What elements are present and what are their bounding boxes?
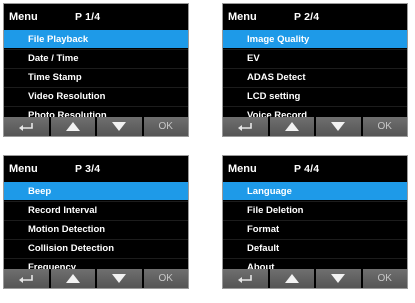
down-button[interactable] bbox=[97, 269, 142, 288]
menu-item-image-quality[interactable]: Image Quality bbox=[223, 30, 407, 48]
back-button[interactable] bbox=[4, 269, 49, 288]
menu-item-date-time[interactable]: Date / Time bbox=[4, 49, 188, 67]
page-indicator: P 2/4 bbox=[294, 11, 320, 23]
button-bar: OK bbox=[4, 117, 188, 136]
back-icon bbox=[19, 122, 34, 131]
menu-item-video-resolution[interactable]: Video Resolution bbox=[4, 87, 188, 105]
down-button[interactable] bbox=[316, 117, 361, 136]
menu-item-language[interactable]: Language bbox=[223, 182, 407, 200]
ok-button[interactable]: OK bbox=[362, 269, 407, 288]
up-button[interactable] bbox=[269, 269, 314, 288]
menu-panel-page-1: Menu P 1/4 File Playback Date / Time Tim… bbox=[3, 3, 189, 137]
down-button[interactable] bbox=[97, 117, 142, 136]
up-button[interactable] bbox=[269, 117, 314, 136]
menu-header: Menu P 4/4 bbox=[223, 156, 407, 182]
ok-button[interactable]: OK bbox=[362, 117, 407, 136]
back-button[interactable] bbox=[223, 269, 268, 288]
page-indicator: P 3/4 bbox=[75, 163, 101, 175]
menu-header: Menu P 3/4 bbox=[4, 156, 188, 182]
menu-title: Menu bbox=[228, 11, 257, 23]
back-button[interactable] bbox=[223, 117, 268, 136]
button-bar: OK bbox=[4, 269, 188, 288]
button-bar: OK bbox=[223, 269, 407, 288]
down-button[interactable] bbox=[316, 269, 361, 288]
menu-item-format[interactable]: Format bbox=[223, 220, 407, 238]
ok-button[interactable]: OK bbox=[143, 269, 188, 288]
menu-item-motion-detection[interactable]: Motion Detection bbox=[4, 220, 188, 238]
up-button[interactable] bbox=[50, 269, 95, 288]
page-indicator: P 4/4 bbox=[294, 163, 320, 175]
menu-title: Menu bbox=[9, 163, 38, 175]
up-button[interactable] bbox=[50, 117, 95, 136]
menu-item-beep[interactable]: Beep bbox=[4, 182, 188, 200]
up-arrow-icon bbox=[284, 274, 299, 283]
menu-panel-page-3: Menu P 3/4 Beep Record Interval Motion D… bbox=[3, 155, 189, 289]
menu-item-file-deletion[interactable]: File Deletion bbox=[223, 201, 407, 219]
menu-header: Menu P 2/4 bbox=[223, 4, 407, 30]
menu-item-collision-detection[interactable]: Collision Detection bbox=[4, 239, 188, 257]
up-arrow-icon bbox=[65, 274, 80, 283]
menu-item-adas-detect[interactable]: ADAS Detect bbox=[223, 68, 407, 86]
ok-button[interactable]: OK bbox=[143, 117, 188, 136]
menu-title: Menu bbox=[9, 11, 38, 23]
menu-panel-page-4: Menu P 4/4 Language File Deletion Format… bbox=[222, 155, 408, 289]
menu-panel-page-2: Menu P 2/4 Image Quality EV ADAS Detect … bbox=[222, 3, 408, 137]
menu-item-ev[interactable]: EV bbox=[223, 49, 407, 67]
down-arrow-icon bbox=[331, 274, 346, 283]
back-icon bbox=[238, 122, 253, 131]
up-arrow-icon bbox=[65, 122, 80, 131]
menu-title: Menu bbox=[228, 163, 257, 175]
menu-item-default[interactable]: Default bbox=[223, 239, 407, 257]
button-bar: OK bbox=[223, 117, 407, 136]
back-icon bbox=[19, 274, 34, 283]
down-arrow-icon bbox=[331, 122, 346, 131]
down-arrow-icon bbox=[112, 274, 127, 283]
back-button[interactable] bbox=[4, 117, 49, 136]
menu-header: Menu P 1/4 bbox=[4, 4, 188, 30]
menu-item-file-playback[interactable]: File Playback bbox=[4, 30, 188, 48]
menu-item-record-interval[interactable]: Record Interval bbox=[4, 201, 188, 219]
menu-item-lcd-setting[interactable]: LCD setting bbox=[223, 87, 407, 105]
page-indicator: P 1/4 bbox=[75, 11, 101, 23]
up-arrow-icon bbox=[284, 122, 299, 131]
back-icon bbox=[238, 274, 253, 283]
down-arrow-icon bbox=[112, 122, 127, 131]
menu-item-time-stamp[interactable]: Time Stamp bbox=[4, 68, 188, 86]
